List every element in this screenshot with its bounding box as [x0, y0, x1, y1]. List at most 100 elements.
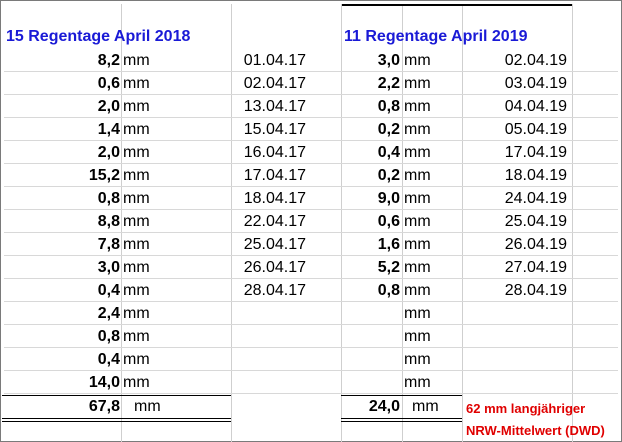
rain-2019-unit: mm	[404, 374, 431, 391]
rain-2019-value: 9,0	[377, 190, 400, 207]
rain-2018-value: 14,0	[88, 374, 120, 391]
rain-2018-unit: mm	[123, 374, 150, 391]
rain-2018-value: 0,6	[97, 75, 120, 92]
rain-2019-date: 04.04.19	[504, 98, 567, 115]
rain-2019-date: 27.04.19	[504, 259, 567, 276]
total-2018-unit: mm	[134, 398, 161, 415]
rain-2019-unit: mm	[404, 167, 431, 184]
rain-2019-value: 3,0	[377, 52, 400, 69]
row-divider	[4, 347, 618, 348]
rain-2018-unit: mm	[123, 213, 150, 230]
row-divider	[4, 117, 618, 118]
total-border-top	[341, 395, 462, 396]
rain-2018-unit: mm	[123, 75, 150, 92]
total-2019-value: 24,0	[368, 398, 400, 415]
total-border-double	[2, 421, 231, 422]
row-divider	[4, 140, 618, 141]
rain-2019-unit: mm	[404, 328, 431, 345]
rain-2018-unit: mm	[123, 259, 150, 276]
rain-2018-date: 26.04.17	[243, 259, 306, 276]
rain-2019-unit: mm	[404, 282, 431, 299]
row-divider	[4, 324, 618, 325]
rain-2019-value: 0,4	[377, 144, 400, 161]
row-divider	[4, 209, 618, 210]
rain-2019-value: 1,6	[377, 236, 400, 253]
total-border-bottom	[2, 418, 231, 419]
column-divider	[402, 4, 403, 442]
rain-2018-value: 1,4	[97, 121, 120, 138]
row-divider	[4, 278, 618, 279]
rain-2019-unit: mm	[404, 75, 431, 92]
rain-2018-value: 3,0	[97, 259, 120, 276]
rain-2019-unit: mm	[404, 190, 431, 207]
header-border	[342, 4, 572, 6]
rain-2019-date: 24.04.19	[504, 190, 567, 207]
rain-2019-unit: mm	[404, 236, 431, 253]
rain-2019-unit: mm	[404, 121, 431, 138]
rain-2018-date: 13.04.17	[243, 98, 306, 115]
rain-2019-value: 0,6	[377, 213, 400, 230]
rain-2018-date: 25.04.17	[243, 236, 306, 253]
rain-2018-unit: mm	[123, 351, 150, 368]
rain-2018-value: 8,2	[97, 52, 120, 69]
rain-2019-date: 28.04.19	[504, 282, 567, 299]
rain-2018-date: 22.04.17	[243, 213, 306, 230]
rain-2018-unit: mm	[123, 328, 150, 345]
rain-2018-value: 0,4	[97, 351, 120, 368]
row-divider	[4, 370, 618, 371]
row-divider	[4, 255, 618, 256]
row-divider	[4, 163, 618, 164]
rain-2019-date: 03.04.19	[504, 75, 567, 92]
row-divider	[4, 232, 618, 233]
rain-2019-date: 17.04.19	[504, 144, 567, 161]
total-border-double	[341, 421, 462, 422]
rain-2018-date: 15.04.17	[243, 121, 306, 138]
rain-2018-unit: mm	[123, 144, 150, 161]
column-divider	[121, 4, 122, 442]
average-note-line1: 62 mm langjähriger	[466, 401, 586, 416]
row-divider	[4, 94, 618, 95]
rain-2018-value: 7,8	[97, 236, 120, 253]
rain-2019-date: 05.04.19	[504, 121, 567, 138]
row-divider	[4, 301, 618, 302]
rain-2019-unit: mm	[404, 305, 431, 322]
rain-2019-value: 5,2	[377, 259, 400, 276]
rain-2018-unit: mm	[123, 98, 150, 115]
rain-2019-unit: mm	[404, 259, 431, 276]
rain-2018-value: 15,2	[88, 167, 120, 184]
rain-2018-date: 16.04.17	[243, 144, 306, 161]
rain-2019-value: 2,2	[377, 75, 400, 92]
rain-2018-date: 01.04.17	[243, 52, 306, 69]
rain-2018-value: 2,0	[97, 98, 120, 115]
rain-2018-date: 17.04.17	[243, 167, 306, 184]
rain-2019-date: 18.04.19	[504, 167, 567, 184]
column-divider	[572, 4, 573, 442]
rain-2018-unit: mm	[123, 190, 150, 207]
rain-2019-date: 02.04.19	[504, 52, 567, 69]
total-2018-value: 67,8	[88, 398, 120, 415]
rain-2019-unit: mm	[404, 213, 431, 230]
rain-2019-value: 0,8	[377, 98, 400, 115]
row-divider	[4, 71, 618, 72]
rain-2019-value: 0,2	[377, 167, 400, 184]
row-divider	[4, 186, 618, 187]
row-divider	[4, 393, 618, 394]
rain-2019-date: 26.04.19	[504, 236, 567, 253]
total-border-bottom	[341, 418, 462, 419]
rain-2019-date: 25.04.19	[504, 213, 567, 230]
title-2018: 15 Regentage April 2018	[6, 28, 191, 45]
title-2019: 11 Regentage April 2019	[344, 28, 528, 45]
rain-2018-value: 0,4	[97, 282, 120, 299]
rain-2019-unit: mm	[404, 351, 431, 368]
rain-2018-value: 0,8	[97, 328, 120, 345]
rain-2018-value: 2,4	[97, 305, 120, 322]
rain-2018-unit: mm	[123, 52, 150, 69]
rain-2019-unit: mm	[404, 98, 431, 115]
total-2019-unit: mm	[412, 398, 439, 415]
rain-2018-date: 02.04.17	[243, 75, 306, 92]
rain-2019-value: 0,2	[377, 121, 400, 138]
rain-2018-unit: mm	[123, 121, 150, 138]
rain-2018-unit: mm	[123, 167, 150, 184]
total-border-top	[2, 395, 231, 396]
rain-2019-value: 0,8	[377, 282, 400, 299]
